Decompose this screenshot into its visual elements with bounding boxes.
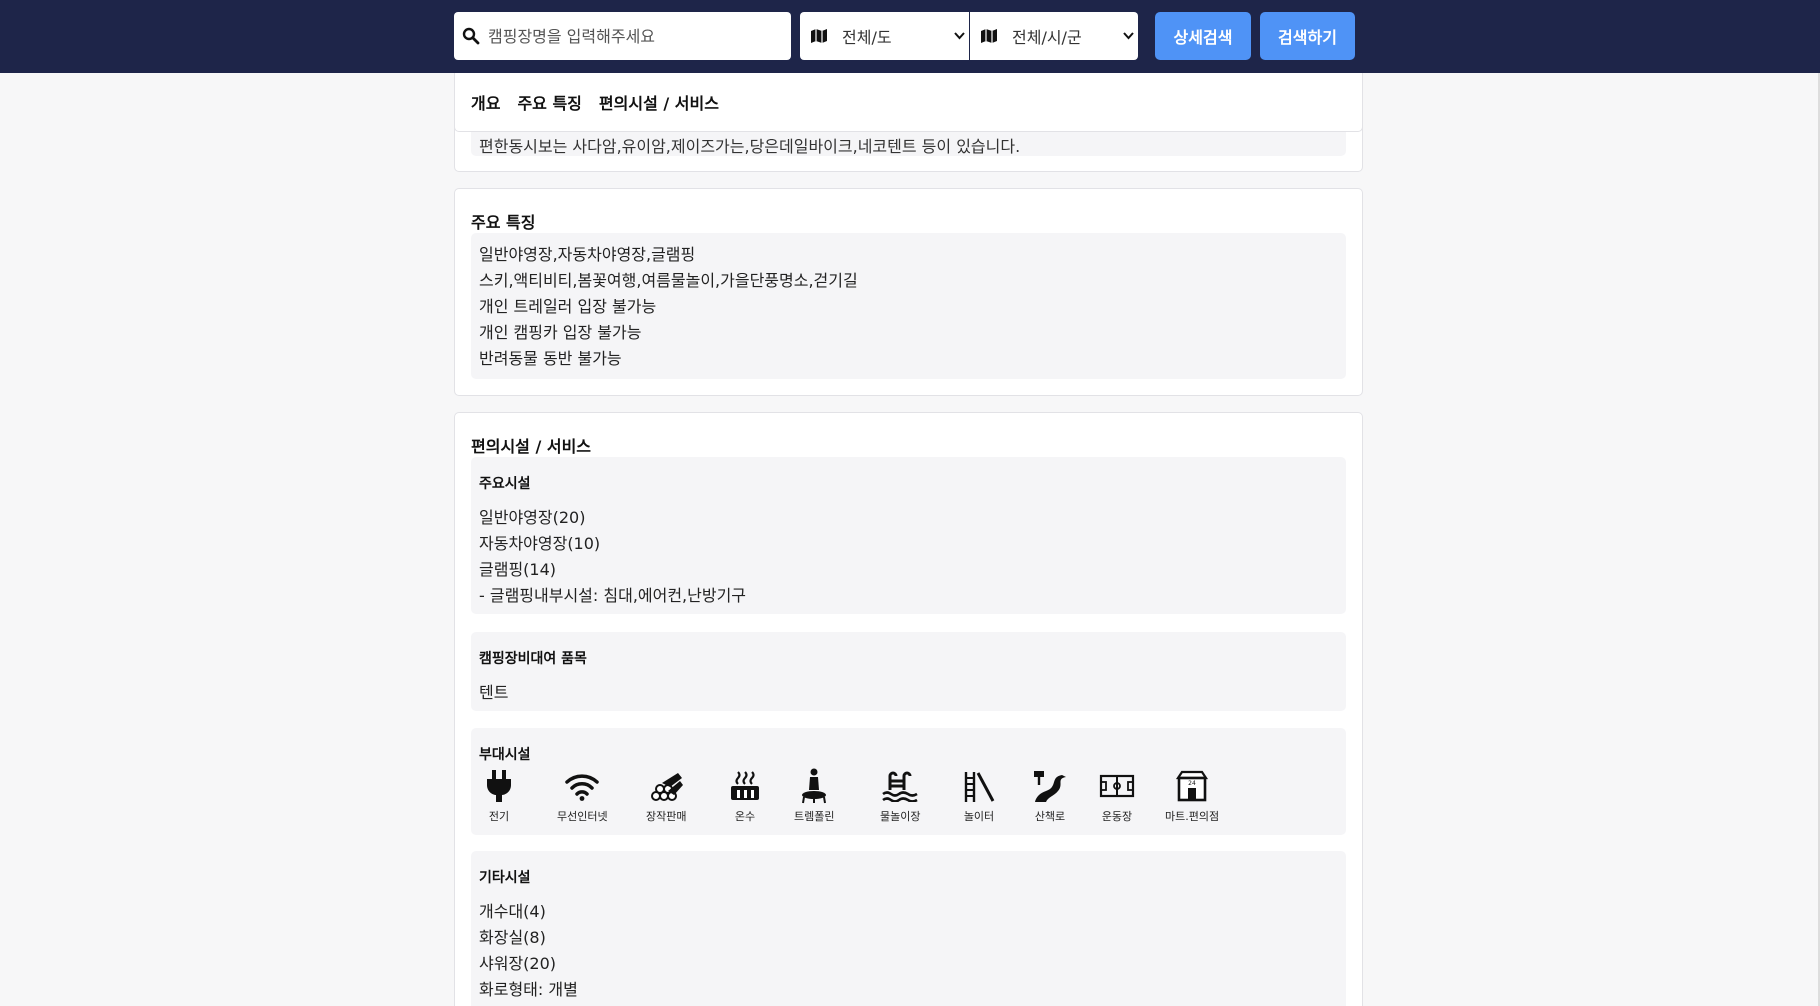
store-icon: 24 — [1174, 768, 1210, 804]
other-facility-line: 화장실(8) — [479, 928, 546, 947]
tab-overview[interactable]: 개요 — [471, 90, 500, 114]
sigungu-select[interactable]: 전체/시/군 — [970, 12, 1138, 60]
features-panel: 일반야영장,자동차야영장,글램핑 스키,액티비티,봄꽃여행,여름물놀이,가을단풍… — [471, 233, 1346, 379]
pool-icon — [882, 768, 918, 804]
facility-electricity: 전기 — [483, 768, 515, 824]
feature-line: 스키,액티비티,봄꽃여행,여름물놀이,가을단풍명소,걷기길 — [479, 271, 858, 290]
overview-text: 편한동시보는 사다암,유이암,제이즈가는,당은데일바이크,네코텐트 등이 있습니… — [479, 137, 1021, 156]
main-facilities-title: 주요시설 — [479, 476, 531, 492]
feature-line: 반려동물 동반 불가능 — [479, 349, 622, 368]
sigungu-select-value: 전체/시/군 — [1012, 28, 1082, 47]
rental-line: 텐트 — [479, 683, 509, 702]
other-facility-line: 화로형태: 개별 — [479, 980, 578, 999]
feature-line: 일반야영장,자동차야영장,글램핑 — [479, 245, 696, 264]
sub-facilities-panel: 부대시설 전기 무선인터넷 장작판매 온수 트렘폴린 물놀이장 놀이터 산책로 … — [471, 728, 1346, 835]
firewood-icon — [648, 768, 684, 804]
trail-icon — [1032, 768, 1068, 804]
tab-amenities[interactable]: 편의시설 / 서비스 — [599, 90, 719, 114]
sub-facility-icons: 전기 무선인터넷 장작판매 온수 트렘폴린 물놀이장 놀이터 산책로 운동장 2… — [471, 768, 1346, 828]
chevron-down-icon — [1118, 32, 1138, 40]
tab-features[interactable]: 주요 특징 — [517, 90, 581, 114]
main-facility-line: - 글램핑내부시설: 침대,에어컨,난방기구 — [479, 586, 747, 605]
sido-select-value: 전체/도 — [842, 28, 892, 47]
features-title: 주요 특징 — [471, 213, 536, 232]
wifi-icon — [564, 768, 600, 804]
feature-line: 개인 캠핑카 입장 불가능 — [479, 323, 642, 342]
sub-facilities-title: 부대시설 — [479, 747, 531, 763]
other-facility-line: 개수대(4) — [479, 902, 546, 921]
amenities-title: 편의시설 / 서비스 — [471, 437, 592, 456]
facility-trampoline: 트렘폴린 — [794, 768, 834, 824]
hot-water-icon — [729, 768, 761, 804]
search-input[interactable] — [488, 26, 778, 46]
facility-pool: 물놀이장 — [880, 768, 920, 824]
rental-panel: 캠핑장비대여 품목 텐트 — [471, 632, 1346, 711]
facility-field: 운동장 — [1099, 768, 1135, 824]
plug-icon — [483, 768, 515, 804]
facility-firewood: 장작판매 — [646, 768, 686, 824]
facility-playground: 놀이터 — [963, 768, 995, 824]
amenities-card: 편의시설 / 서비스 주요시설 일반야영장(20) 자동차야영장(10) 글램핑… — [454, 412, 1363, 1006]
main-facility-line: 자동차야영장(10) — [479, 534, 601, 553]
svg-text:24: 24 — [1188, 780, 1196, 787]
other-facility-line: 샤워장(20) — [479, 954, 557, 973]
facility-store: 24 마트.편의점 — [1165, 768, 1219, 824]
playground-icon — [963, 768, 995, 804]
facility-wifi: 무선인터넷 — [557, 768, 608, 824]
chevron-down-icon — [949, 32, 969, 40]
detail-search-button[interactable]: 상세검색 — [1155, 12, 1251, 60]
facility-hot-water: 온수 — [729, 768, 761, 824]
search-button[interactable]: 검색하기 — [1260, 12, 1355, 60]
other-facilities-title: 기타시설 — [479, 870, 531, 886]
search-icon — [454, 27, 488, 45]
field-icon — [1099, 768, 1135, 804]
main-facility-line: 글램핑(14) — [479, 560, 557, 579]
other-facilities-panel: 기타시설 개수대(4) 화장실(8) 샤워장(20) 화로형태: 개별 — [471, 851, 1346, 1006]
facility-trail: 산책로 — [1032, 768, 1068, 824]
sido-select[interactable]: 전체/도 — [800, 12, 969, 60]
map-icon — [974, 28, 1004, 44]
features-card: 주요 특징 일반야영장,자동차야영장,글램핑 스키,액티비티,봄꽃여행,여름물놀… — [454, 188, 1363, 396]
trampoline-icon — [800, 768, 828, 804]
feature-line: 개인 트레일러 입장 불가능 — [479, 297, 657, 316]
search-box[interactable] — [454, 12, 791, 60]
main-facility-line: 일반야영장(20) — [479, 508, 586, 527]
map-icon — [804, 28, 834, 44]
top-bar: 전체/도 전체/시/군 상세검색 검색하기 — [0, 0, 1820, 73]
rental-title: 캠핑장비대여 품목 — [479, 651, 587, 667]
section-tabs: 개요 주요 특징 편의시설 / 서비스 — [454, 73, 1363, 132]
main-facilities-panel: 주요시설 일반야영장(20) 자동차야영장(10) 글램핑(14) - 글램핑내… — [471, 457, 1346, 614]
